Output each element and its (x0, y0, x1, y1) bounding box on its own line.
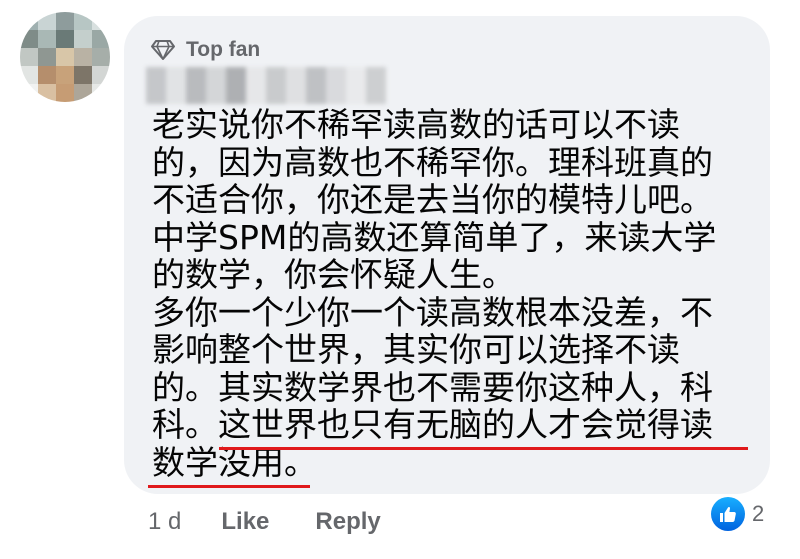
red-underline (219, 447, 748, 450)
comment-line: 中学SPM的高数还算简单了，来读大学 (152, 217, 717, 257)
avatar[interactable] (20, 12, 110, 102)
red-underline (148, 485, 310, 488)
comment-text: 老实说你不稀罕读高数的话可以不读 的，因为高数也不稀罕你。理科班真的 不适合你，… (152, 106, 762, 481)
top-fan-badge[interactable]: Top fan (150, 38, 260, 62)
like-button[interactable]: Like (221, 508, 269, 536)
diamond-icon (151, 40, 175, 60)
timestamp[interactable]: 1 d (148, 508, 181, 536)
comment-line: 科。这世界也只有无脑的人才会觉得读 (152, 405, 713, 444)
comment-line: 的数学，你会怀疑人生。 (152, 255, 515, 294)
thumbs-up-icon (708, 494, 748, 534)
comment-line: 的，因为高数也不稀罕你。理科班真的 (152, 142, 713, 182)
comment-line: 影响整个世界，其实你可以选择不读 (152, 330, 680, 369)
comment-line: 老实说你不稀罕读高数的话可以不读 (152, 105, 680, 144)
comment-line: 不适合你，你还是去当你的模特儿吧。 (152, 180, 713, 219)
comment-line: 的。其实数学界也不需要你这种人，科 (152, 367, 713, 407)
comment-line: 多你一个少你一个读高数根本没差，不 (152, 292, 713, 332)
reaction-count: 2 (752, 501, 765, 526)
commenter-name[interactable] (146, 67, 386, 104)
reaction-summary[interactable]: 2 (708, 494, 764, 534)
comment-bubble: Top fan 老实说你不稀罕读高数的话可以不读 的，因为高数也不稀罕你。理科班… (124, 16, 770, 494)
comment-actions: 1 d Like Reply (148, 508, 427, 536)
reply-button[interactable]: Reply (315, 508, 380, 536)
badge-label: Top fan (186, 38, 261, 61)
